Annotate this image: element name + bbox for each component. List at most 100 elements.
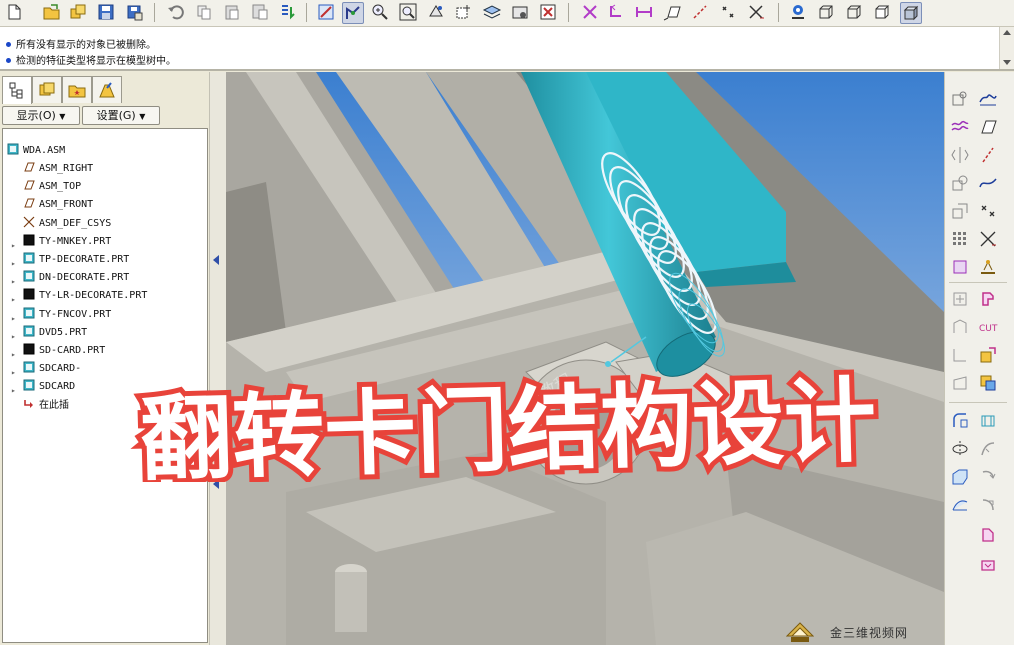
- csys-tool-icon[interactable]: [977, 228, 999, 250]
- expand-icon[interactable]: ▸: [11, 329, 16, 345]
- expand-icon[interactable]: ▸: [11, 292, 16, 308]
- layers-icon[interactable]: [482, 2, 502, 22]
- show-dropdown[interactable]: 显示(O) ▼: [2, 106, 80, 125]
- scroll-down-icon[interactable]: [1003, 60, 1011, 65]
- mirror-icon[interactable]: [949, 144, 971, 166]
- tree-item[interactable]: ▸ DN-DECORATE.PRT: [11, 270, 129, 286]
- import-feature-icon[interactable]: [977, 344, 999, 366]
- freeform-icon[interactable]: [977, 552, 999, 574]
- pattern-icon[interactable]: [949, 228, 971, 250]
- save-copy-icon[interactable]: [124, 2, 144, 22]
- open-session-icon[interactable]: [68, 2, 88, 22]
- wireframe-icon[interactable]: [816, 2, 836, 22]
- graphics-window[interactable]: 件-教程: [226, 72, 944, 645]
- tree-item[interactable]: ▸ SDCARD-: [11, 361, 81, 377]
- tree-item[interactable]: ASM_FRONT: [23, 197, 93, 213]
- tree-item[interactable]: 在此插: [23, 398, 69, 414]
- spin-center-icon[interactable]: [788, 2, 808, 22]
- datum-plane-tool-icon[interactable]: [977, 116, 999, 138]
- panel-splitter[interactable]: [209, 72, 226, 645]
- datum-plane-display-icon[interactable]: [662, 2, 682, 22]
- expand-icon[interactable]: ▸: [11, 274, 16, 290]
- style-icon[interactable]: [977, 494, 999, 516]
- curve-tool-icon[interactable]: [977, 172, 999, 194]
- udf-icon[interactable]: [977, 372, 999, 394]
- message-scrollbar[interactable]: [999, 27, 1014, 69]
- reorient-icon[interactable]: [426, 2, 446, 22]
- tab-folder-browser[interactable]: [32, 76, 62, 103]
- tree-item[interactable]: ▸ SDCARD: [11, 379, 75, 395]
- datum-points-toggle-icon[interactable]: [606, 2, 626, 22]
- merge-icon[interactable]: [949, 172, 971, 194]
- collapse-arrow-icon[interactable]: [213, 479, 219, 489]
- tree-item[interactable]: ASM_TOP: [23, 179, 81, 195]
- dimension-toggle-icon[interactable]: [634, 2, 654, 22]
- zoom-fit-icon[interactable]: [398, 2, 418, 22]
- expand-icon[interactable]: ▸: [11, 365, 16, 381]
- zoom-in-icon[interactable]: [370, 2, 390, 22]
- cut-icon[interactable]: CUT: [977, 316, 999, 338]
- csys-display-icon[interactable]: [746, 2, 766, 22]
- tree-item[interactable]: ▸ SD-CARD.PRT: [11, 343, 105, 359]
- expand-icon[interactable]: ▸: [11, 238, 16, 254]
- helical-sweep-icon[interactable]: [977, 466, 999, 488]
- draft-icon[interactable]: [949, 372, 971, 394]
- chamfer-icon[interactable]: [949, 466, 971, 488]
- tree-item[interactable]: ▸ TY-LR-DECORATE.PRT: [11, 288, 147, 304]
- shell-icon[interactable]: [949, 316, 971, 338]
- solidify-icon[interactable]: [949, 256, 971, 278]
- expand-icon[interactable]: ▸: [11, 311, 16, 327]
- rib-icon[interactable]: [949, 344, 971, 366]
- tree-item[interactable]: ASM_DEF_CSYS: [23, 216, 111, 232]
- boundary-blend-icon[interactable]: [949, 494, 971, 516]
- settings-dropdown[interactable]: 设置(G) ▼: [82, 106, 160, 125]
- undo-icon[interactable]: [166, 2, 186, 22]
- open-folder-icon[interactable]: [42, 2, 62, 22]
- analysis-feature-icon[interactable]: [977, 256, 999, 278]
- tab-favorites[interactable]: [62, 76, 92, 103]
- tree-item[interactable]: ▸ TY-MNKEY.PRT: [11, 234, 111, 250]
- paste-special-icon[interactable]: [250, 2, 270, 22]
- datum-tools-icon[interactable]: [949, 88, 971, 110]
- warp-icon[interactable]: [977, 524, 999, 546]
- datum-point-display-icon[interactable]: [718, 2, 738, 22]
- close-window-icon[interactable]: [538, 2, 558, 22]
- extrude-icon[interactable]: [977, 288, 999, 310]
- save-icon[interactable]: [96, 2, 116, 22]
- paste-icon[interactable]: [222, 2, 242, 22]
- hole-icon[interactable]: [949, 288, 971, 310]
- variable-sweep-icon[interactable]: [977, 438, 999, 460]
- tree-item[interactable]: ▸ DVD5.PRT: [11, 325, 87, 341]
- expand-icon[interactable]: ▸: [11, 347, 16, 363]
- revolve-icon[interactable]: [949, 438, 971, 460]
- scroll-up-icon[interactable]: [1003, 30, 1011, 35]
- sketch-icon[interactable]: [316, 2, 336, 22]
- tab-model-tree[interactable]: [2, 76, 32, 104]
- tree-item[interactable]: ▸ TY-FNCOV.PRT: [11, 307, 111, 323]
- tree-item[interactable]: ASM_RIGHT: [23, 161, 93, 177]
- datum-curve-icon[interactable]: [949, 116, 971, 138]
- new-file-icon[interactable]: [4, 2, 24, 22]
- collapse-arrow-icon[interactable]: [213, 255, 219, 265]
- datum-display-icon[interactable]: [342, 2, 364, 24]
- round-icon[interactable]: [949, 410, 971, 432]
- datum-point-tool-icon[interactable]: [977, 200, 999, 222]
- tree-root[interactable]: WDA.ASM: [7, 143, 65, 159]
- datum-axes-toggle-icon[interactable]: [580, 2, 600, 22]
- sketch-tool-icon[interactable]: [977, 88, 999, 110]
- no-hidden-icon[interactable]: [872, 2, 892, 22]
- datum-axis-tool-icon[interactable]: [977, 144, 999, 166]
- shading-icon[interactable]: [900, 2, 922, 24]
- intersect-icon[interactable]: [949, 200, 971, 222]
- expand-icon[interactable]: ▸: [11, 383, 16, 399]
- datum-axis-display-icon[interactable]: [690, 2, 710, 22]
- tree-item[interactable]: ▸ TP-DECORATE.PRT: [11, 252, 129, 268]
- tab-connections[interactable]: [92, 76, 122, 103]
- copy-icon[interactable]: [194, 2, 214, 22]
- regenerate-icon[interactable]: [278, 2, 298, 22]
- view-manager-icon[interactable]: [510, 2, 530, 22]
- expand-icon[interactable]: ▸: [11, 256, 16, 272]
- hidden-line-icon[interactable]: [844, 2, 864, 22]
- saved-views-icon[interactable]: [454, 2, 474, 22]
- sweep-blend-icon[interactable]: [977, 410, 999, 432]
